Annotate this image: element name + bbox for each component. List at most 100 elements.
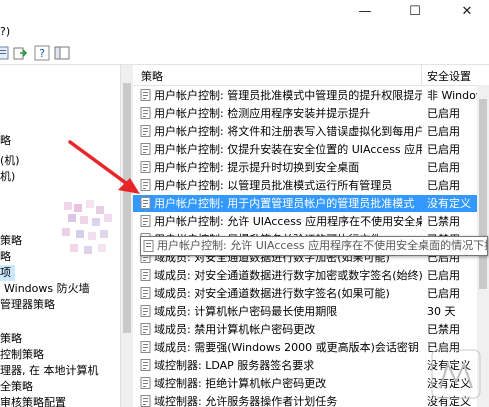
- policy-name: 域成员: 计算机帐户密码最长使用期限: [154, 305, 338, 318]
- policy-name: 域成员: 对安全通道数据进行数字签名(如果可能): [154, 287, 390, 300]
- policy-icon: [140, 107, 151, 119]
- policy-icon: [140, 395, 151, 407]
- close-icon: ✕: [461, 3, 473, 19]
- policy-icon: [140, 359, 151, 371]
- export-icon: [13, 47, 28, 60]
- help-button[interactable]: ?: [34, 45, 50, 61]
- tree-scrollbar-thumb[interactable]: [123, 83, 131, 333]
- tree-toggle-icon: [54, 46, 70, 60]
- policy-name: 域控制器: 允许服务器操作者计划任务: [154, 395, 338, 407]
- tree-item[interactable]: 管理器策略: [0, 297, 55, 313]
- show-hide-tree-button[interactable]: [54, 45, 70, 61]
- policy-name: 用户帐户控制: 提示提升时切换到安全桌面: [154, 161, 360, 174]
- tree-item[interactable]: (机): [0, 153, 20, 169]
- policy-tooltip: 用户帐户控制: 允许 UIAccess 应用程序在不使用安全桌面的情况下提升权限: [140, 236, 488, 256]
- policy-name: 用户帐户控制: 允许 UIAccess 应用程序在不使用安全桌面的情况下提升权限: [154, 215, 422, 228]
- column-header-policy[interactable]: 策略: [141, 68, 163, 84]
- policy-name: 域成员: 禁用计算机帐户密码更改: [154, 323, 316, 336]
- policy-name: 域成员: 需要强(Windows 2000 或更高版本)会话密钥: [154, 341, 419, 354]
- policy-setting: 已禁用: [427, 215, 460, 228]
- tree-item[interactable]: 理器, 在 本地计算机: [0, 363, 99, 379]
- policy-setting: 非 Windows: [427, 89, 477, 102]
- policy-row[interactable]: 域控制器: 允许服务器操作者计划任务 没有定义: [133, 393, 477, 407]
- close-button[interactable]: ✕: [447, 0, 487, 22]
- tree-item[interactable]: 略: [0, 133, 11, 149]
- minimize-button[interactable]: —: [345, 0, 385, 22]
- tree-item[interactable]: 策略: [0, 331, 22, 347]
- policy-name: 域成员: 对安全通道数据进行数字加密或数字签名(始终): [154, 269, 422, 282]
- policy-row[interactable]: 用户帐户控制: 以管理员批准模式运行所有管理员 已启用: [133, 177, 477, 194]
- policy-row[interactable]: 域控制器: LDAP 服务器签名要求 没有定义: [133, 357, 477, 374]
- column-divider[interactable]: [421, 65, 422, 85]
- policy-setting: 已启用: [427, 107, 460, 120]
- policy-icon: [140, 89, 151, 101]
- svg-text:?: ?: [39, 47, 45, 60]
- policy-setting: 已启用: [427, 287, 460, 300]
- policy-row[interactable]: 用户帐户控制: 将文件和注册表写入错误虚拟化到每用户位置 已启用: [133, 123, 477, 140]
- watermark-logo: [431, 349, 481, 399]
- tree-item[interactable]: 全策略: [0, 379, 33, 395]
- policy-setting: 已启用: [427, 125, 460, 138]
- policy-name: 用户帐户控制: 用于内置管理员帐户的管理员批准模式: [154, 197, 415, 210]
- policy-icon: [140, 305, 151, 317]
- policy-icon: [140, 197, 151, 209]
- tree-item[interactable]: 机): [0, 169, 15, 185]
- policy-icon: [140, 161, 151, 173]
- policy-row[interactable]: 用户帐户控制: 管理员批准模式中管理员的提升权限提示的... 非 Windows: [133, 87, 477, 104]
- export-list-button[interactable]: [12, 45, 28, 61]
- properties-button[interactable]: [0, 45, 10, 61]
- policy-setting: 已启用: [427, 143, 460, 156]
- policy-name: 用户帐户控制: 以管理员批准模式运行所有管理员: [154, 179, 393, 192]
- tree-item[interactable]: 审核策略配置: [0, 395, 66, 407]
- policy-row[interactable]: 用户帐户控制: 检测应用程序安装并提示提升 已启用: [133, 105, 477, 122]
- policy-icon: [140, 323, 151, 335]
- policy-name: 用户帐户控制: 管理员批准模式中管理员的提升权限提示的...: [154, 89, 422, 102]
- tree-item[interactable]: 略: [0, 249, 11, 265]
- tree-scrollbar[interactable]: [120, 65, 133, 407]
- policy-row[interactable]: 域控制器: 拒绝计算机帐户密码更改 没有定义: [133, 375, 477, 392]
- toolbar: ?: [0, 42, 489, 65]
- policy-name: 用户帐户控制: 仅提升安装在安全位置的 UIAccess 应用程序: [154, 143, 422, 156]
- policy-row[interactable]: 域成员: 禁用计算机帐户密码更改 已禁用: [133, 321, 477, 338]
- tree-item-firewall[interactable]: Windows 防火墙: [4, 281, 90, 297]
- policy-row[interactable]: 用户帐户控制: 用于内置管理员帐户的管理员批准模式 没有定义: [133, 195, 477, 212]
- policy-row[interactable]: 域成员: 对安全通道数据进行数字加密或数字签名(始终) 已启用: [133, 267, 477, 284]
- tooltip-text: 用户帐户控制: 允许 UIAccess 应用程序在不使用安全桌面的情况下提升权限: [157, 239, 487, 252]
- policy-icon: [140, 287, 151, 299]
- maximize-button[interactable]: ☐: [395, 0, 435, 22]
- policy-row[interactable]: 用户帐户控制: 允许 UIAccess 应用程序在不使用安全桌面的情况下提升权限…: [133, 213, 477, 230]
- tree-item-security-options[interactable]: 项: [0, 265, 15, 281]
- policy-icon: [140, 377, 151, 389]
- tree-item[interactable]: 控制策略: [0, 347, 44, 363]
- policy-row[interactable]: 域成员: 对安全通道数据进行数字签名(如果可能) 已启用: [133, 285, 477, 302]
- maximize-icon: ☐: [409, 3, 421, 19]
- policy-icon: [140, 269, 151, 281]
- policy-icon: [140, 215, 151, 227]
- policy-setting: 没有定义: [427, 197, 471, 210]
- policy-icon: [143, 240, 154, 252]
- policy-setting: 已启用: [427, 161, 460, 174]
- policy-icon: [140, 341, 151, 353]
- list-scrollbar-thumb[interactable]: [479, 99, 487, 289]
- policy-icon: [140, 125, 151, 137]
- policy-row[interactable]: 域成员: 计算机帐户密码最长使用期限 30 天: [133, 303, 477, 320]
- column-header-setting[interactable]: 安全设置: [427, 68, 471, 84]
- policy-setting: 已启用: [427, 269, 460, 282]
- title-bar: — ☐ ✕: [0, 0, 489, 22]
- menu-help[interactable]: ?): [0, 25, 10, 38]
- policy-name: 用户帐户控制: 将文件和注册表写入错误虚拟化到每用户位置: [154, 125, 422, 138]
- policy-row[interactable]: 用户帐户控制: 仅提升安装在安全位置的 UIAccess 应用程序 已启用: [133, 141, 477, 158]
- tree-item[interactable]: 策略: [0, 233, 22, 249]
- policy-row[interactable]: 用户帐户控制: 提示提升时切换到安全桌面 已启用: [133, 159, 477, 176]
- policy-setting: 已禁用: [427, 323, 460, 336]
- help-icon: ?: [34, 45, 50, 61]
- policy-name: 域控制器: LDAP 服务器签名要求: [154, 359, 315, 372]
- minimize-icon: —: [358, 3, 372, 19]
- policy-row[interactable]: 域成员: 需要强(Windows 2000 或更高版本)会话密钥 已启用: [133, 339, 477, 356]
- policy-icon: [140, 143, 151, 155]
- properties-icon: [0, 46, 9, 60]
- policy-name: 域控制器: 拒绝计算机帐户密码更改: [154, 377, 327, 390]
- policy-name: 用户帐户控制: 检测应用程序安装并提示提升: [154, 107, 371, 120]
- policy-setting: 已启用: [427, 179, 460, 192]
- policy-setting: 30 天: [427, 305, 456, 318]
